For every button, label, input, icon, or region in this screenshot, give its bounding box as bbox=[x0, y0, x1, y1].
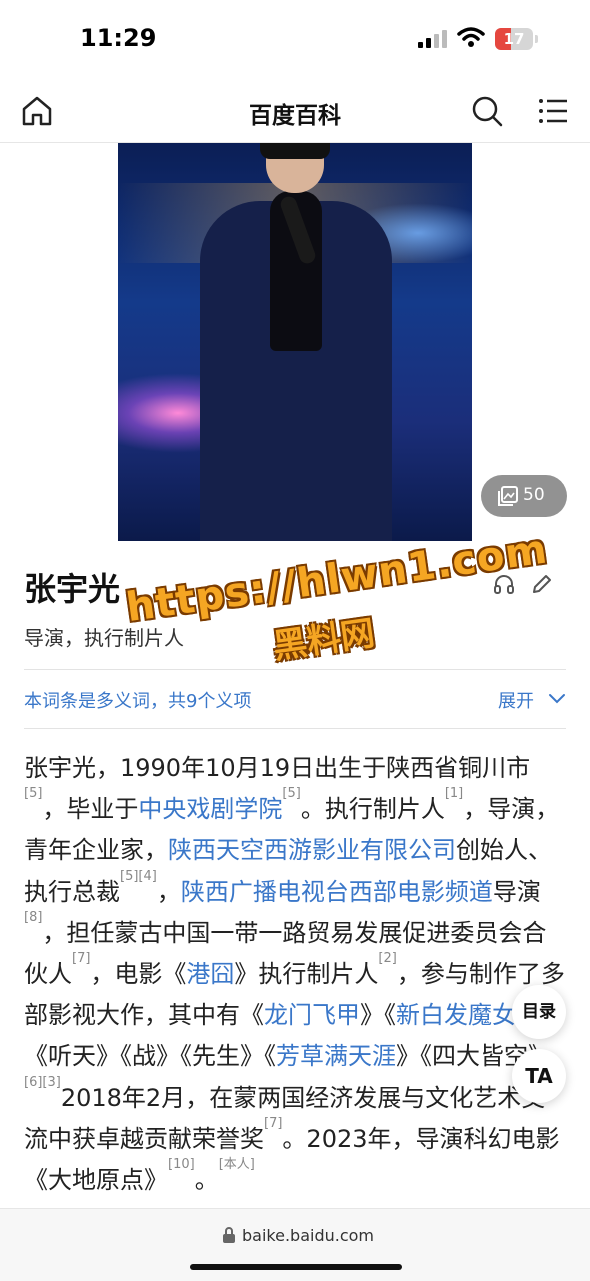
watermark-url: https://hlwn1.com bbox=[123, 526, 551, 632]
body-link[interactable]: 芳草满天涯 bbox=[276, 1042, 396, 1070]
citation-ref[interactable]: [7] bbox=[72, 951, 90, 966]
body-text-run: 。 bbox=[194, 1166, 219, 1195]
status-bar: 11:29 17 bbox=[0, 0, 590, 80]
citation-ref[interactable]: [6][3] bbox=[24, 1075, 61, 1090]
body-text-run: 张宇光，1990年10月19日出生于陕西省铜川市 bbox=[24, 754, 531, 782]
status-time: 11:29 bbox=[80, 24, 157, 52]
browser-address-bar[interactable]: baike.baidu.com bbox=[0, 1208, 590, 1281]
gallery-button[interactable]: 50 bbox=[481, 475, 567, 517]
url-text: baike.baidu.com bbox=[242, 1226, 374, 1245]
divider bbox=[24, 669, 566, 670]
body-link[interactable]: 陕西天空西游影业有限公司 bbox=[168, 836, 456, 864]
font-size-button[interactable]: TA bbox=[512, 1049, 566, 1103]
citation-ref[interactable]: [10] bbox=[168, 1157, 195, 1172]
gallery-count: 50 bbox=[523, 485, 545, 505]
lock-icon bbox=[223, 1227, 235, 1243]
summary-paragraph: 张宇光，1990年10月19日出生于陕西省铜川市[5]，毕业于中央戏剧学院[5]… bbox=[24, 748, 569, 1201]
body-text-run: ，电影《 bbox=[90, 960, 187, 989]
body-text-run: ， bbox=[156, 877, 181, 906]
body-link[interactable]: 陕西广播电视台西部电影频道 bbox=[181, 878, 493, 906]
search-icon[interactable] bbox=[470, 94, 504, 128]
citation-ref[interactable]: [1] bbox=[445, 786, 463, 801]
citation-ref[interactable]: [7] bbox=[264, 1116, 282, 1131]
cellular-signal-icon bbox=[418, 30, 448, 48]
watermark-name: 黑料网 bbox=[270, 613, 378, 668]
citation-ref[interactable]: [8] bbox=[24, 910, 42, 925]
entry-title: 张宇光 bbox=[24, 570, 121, 608]
edit-pencil-icon[interactable] bbox=[530, 572, 554, 596]
home-indicator[interactable] bbox=[190, 1264, 402, 1270]
body-link[interactable]: 龙门飞甲 bbox=[264, 1001, 360, 1029]
table-of-contents-button[interactable]: 目录 bbox=[512, 985, 566, 1039]
body-link[interactable]: 港囧 bbox=[186, 960, 234, 988]
hero-photo[interactable] bbox=[118, 143, 472, 541]
citation-ref[interactable]: [5] bbox=[282, 786, 300, 801]
chevron-down-icon[interactable] bbox=[548, 692, 566, 706]
headphones-icon[interactable] bbox=[492, 572, 516, 596]
body-text-run: 。执行制片人 bbox=[300, 795, 445, 824]
citation-ref[interactable]: [2] bbox=[378, 951, 396, 966]
body-link[interactable]: 中央戏剧学院 bbox=[138, 795, 282, 823]
battery-icon: 17 bbox=[495, 28, 538, 50]
battery-level: 17 bbox=[503, 30, 525, 48]
expand-button[interactable]: 展开 bbox=[498, 687, 534, 713]
body-text-run: 》执行制片人 bbox=[234, 960, 379, 989]
citation-ref[interactable]: [5] bbox=[24, 786, 42, 801]
citation-ref[interactable]: [本人] bbox=[219, 1157, 255, 1172]
menu-icon[interactable] bbox=[536, 94, 570, 128]
top-navbar: 百度百科 bbox=[0, 80, 590, 143]
wifi-icon bbox=[457, 27, 485, 47]
citation-ref[interactable]: [5][4] bbox=[120, 869, 157, 884]
body-text-run: 》《 bbox=[360, 1001, 396, 1030]
entry-subtitle: 导演，执行制片人 bbox=[24, 626, 184, 650]
person-hair bbox=[260, 143, 330, 159]
gallery-icon bbox=[498, 486, 518, 506]
divider bbox=[24, 728, 566, 729]
polysemy-notice[interactable]: 本词条是多义词，共9个义项 bbox=[24, 687, 251, 713]
body-text-run: ，毕业于 bbox=[42, 795, 139, 824]
body-text-run: 导演 bbox=[492, 877, 541, 906]
